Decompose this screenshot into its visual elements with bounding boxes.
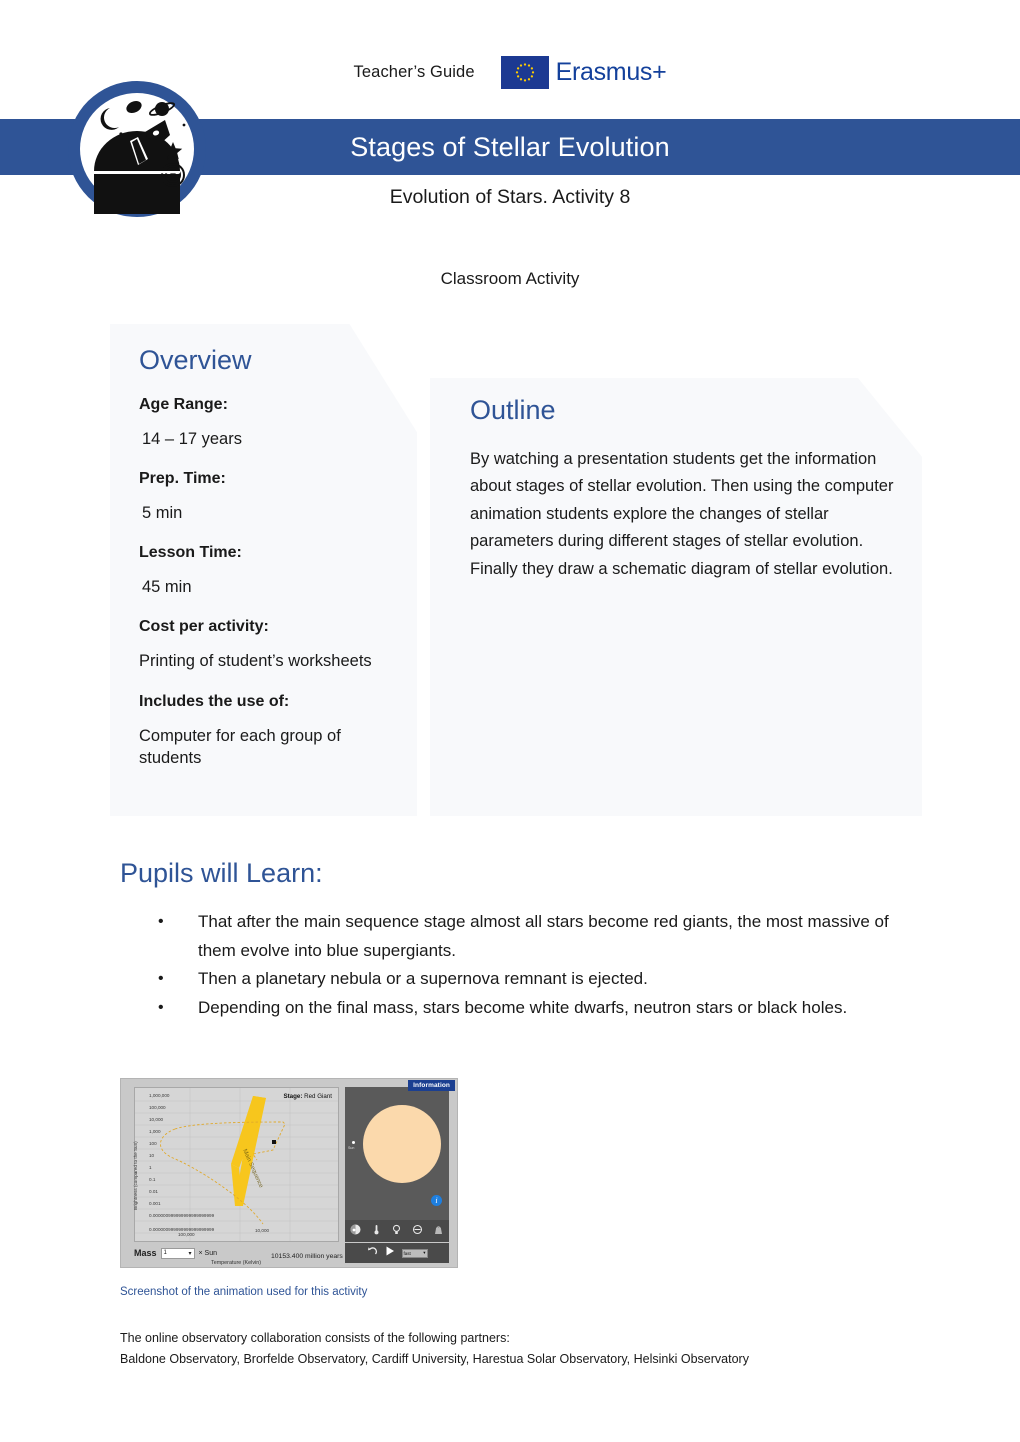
circle-size-icon[interactable] bbox=[412, 1222, 423, 1240]
list-item: • Depending on the final mass, stars bec… bbox=[150, 994, 910, 1023]
figure-caption: Screenshot of the animation used for thi… bbox=[120, 1286, 368, 1298]
chevron-down-icon: ▾ bbox=[423, 1250, 426, 1255]
hr-diagram-y-axis-label: Brightness (compared to the Sun) bbox=[133, 1141, 138, 1211]
playback-controls: fast ▾ bbox=[345, 1243, 449, 1263]
teachers-guide-label: Teacher’s Guide bbox=[353, 63, 475, 81]
bullet-icon: • bbox=[158, 970, 164, 987]
footer-line-2: Baldone Observatory, Brorfelde Observato… bbox=[120, 1352, 749, 1366]
stage-label: Stage: bbox=[283, 1093, 303, 1100]
reset-icon[interactable] bbox=[367, 1244, 378, 1262]
play-icon[interactable] bbox=[384, 1244, 396, 1262]
sun-reference-marker bbox=[352, 1141, 355, 1144]
overview-label-includes: Includes the use of: bbox=[139, 692, 290, 710]
star-disc bbox=[363, 1105, 441, 1183]
list-item-text: That after the main sequence stage almos… bbox=[198, 912, 889, 960]
lightbulb-icon[interactable] bbox=[391, 1222, 402, 1240]
pupils-will-learn-list: • That after the main sequence stage alm… bbox=[150, 908, 910, 1022]
outline-heading: Outline bbox=[470, 395, 556, 425]
svg-text:10: 10 bbox=[149, 1153, 155, 1158]
bullet-icon: • bbox=[158, 998, 164, 1016]
thermometer-icon[interactable] bbox=[371, 1222, 382, 1240]
svg-text:1: 1 bbox=[149, 1165, 152, 1170]
overview-label-cost: Cost per activity: bbox=[139, 618, 269, 636]
list-item-text: Depending on the final mass, stars becom… bbox=[198, 997, 848, 1017]
information-button[interactable]: Information bbox=[408, 1080, 455, 1091]
svg-text:0.1: 0.1 bbox=[149, 1177, 156, 1182]
overview-value-age-range: 14 – 17 years bbox=[142, 429, 242, 448]
erasmus-logo: Erasmus+ bbox=[500, 56, 667, 89]
stage-value: Red Giant bbox=[304, 1093, 332, 1100]
list-item: • Then a planetary nebula or a supernova… bbox=[150, 965, 910, 994]
overview-label-lesson-time: Lesson Time: bbox=[139, 544, 242, 562]
outline-body-text: By watching a presentation students get … bbox=[470, 449, 894, 578]
svg-text:1,000: 1,000 bbox=[149, 1129, 161, 1134]
overview-value-includes: Computer for each group of students bbox=[139, 726, 341, 768]
observatory-dome-logo-icon bbox=[66, 79, 208, 219]
weight-icon[interactable] bbox=[433, 1222, 444, 1240]
mass-label: Mass bbox=[134, 1248, 157, 1258]
pupils-will-learn-heading: Pupils will Learn: bbox=[120, 858, 323, 888]
overview-value-cost: Printing of student’s worksheets bbox=[139, 652, 372, 671]
hr-diagram-plot: Main Sequence 1,000,000 100,000 10,000 1… bbox=[133, 1087, 339, 1242]
svg-text:1,000,000: 1,000,000 bbox=[149, 1093, 170, 1098]
chevron-down-icon: ▾ bbox=[188, 1250, 192, 1257]
star-preview-panel: Sun i bbox=[345, 1087, 449, 1242]
footer-line-1: The online observatory collaboration con… bbox=[120, 1331, 510, 1345]
speed-select-value: fast bbox=[403, 1250, 411, 1256]
erasmus-wordmark: Erasmus+ bbox=[555, 58, 667, 86]
star-property-toolbar bbox=[345, 1220, 449, 1242]
info-circle-icon[interactable]: i bbox=[431, 1195, 442, 1206]
overview-value-lesson-time: 45 min bbox=[142, 578, 192, 597]
elapsed-time-readout: 10153.400 million years bbox=[271, 1253, 343, 1260]
mass-select[interactable]: 1 ▾ bbox=[160, 1247, 195, 1259]
outline-card: Outline By watching a presentation stude… bbox=[430, 378, 922, 816]
bullet-icon: • bbox=[158, 913, 164, 930]
svg-text:10,000: 10,000 bbox=[255, 1228, 269, 1233]
moon-phase-icon[interactable] bbox=[350, 1222, 361, 1240]
footer-partners: The online observatory collaboration con… bbox=[120, 1328, 920, 1370]
speed-select[interactable]: fast ▾ bbox=[401, 1248, 428, 1258]
overview-heading: Overview bbox=[139, 345, 252, 375]
svg-text:100,000: 100,000 bbox=[149, 1105, 166, 1110]
svg-text:0.001: 0.001 bbox=[149, 1201, 161, 1206]
activity-type-label: Classroom Activity bbox=[440, 269, 580, 288]
svg-text:100: 100 bbox=[149, 1141, 157, 1146]
svg-text:0.000000999999999999999999: 0.000000999999999999999999 bbox=[149, 1213, 215, 1218]
svg-text:10,000: 10,000 bbox=[149, 1117, 163, 1122]
mass-unit-label: × Sun bbox=[198, 1249, 218, 1257]
animation-screenshot: Main Sequence 1,000,000 100,000 10,000 1… bbox=[120, 1078, 458, 1268]
eu-flag-icon bbox=[500, 56, 549, 89]
overview-label-age-range: Age Range: bbox=[139, 395, 228, 413]
overview-card: Overview Age Range: 14 – 17 years Prep. … bbox=[110, 324, 417, 816]
overview-value-prep-time: 5 min bbox=[142, 503, 183, 522]
svg-text:0.01: 0.01 bbox=[149, 1189, 158, 1194]
hr-diagram-stage-readout: Stage: Red Giant bbox=[283, 1093, 332, 1100]
svg-text:100,000: 100,000 bbox=[178, 1232, 195, 1237]
overview-label-prep-time: Prep. Time: bbox=[139, 469, 226, 487]
sun-reference-label: Sun bbox=[348, 1146, 355, 1150]
list-item-text: Then a planetary nebula or a supernova r… bbox=[198, 969, 648, 988]
mass-select-value: 1 bbox=[163, 1250, 167, 1256]
list-item: • That after the main sequence stage alm… bbox=[150, 908, 910, 965]
